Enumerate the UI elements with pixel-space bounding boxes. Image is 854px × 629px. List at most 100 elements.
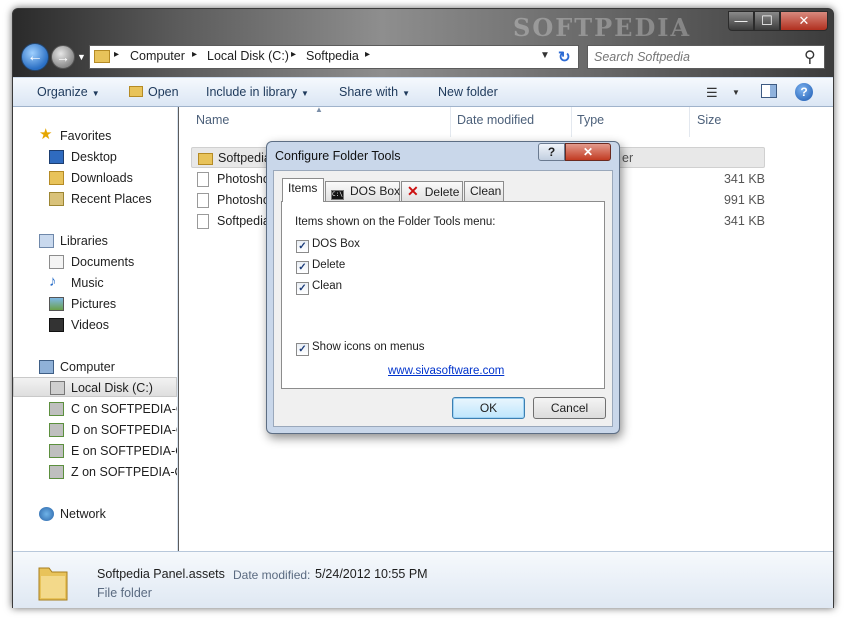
views-icon[interactable]: ☰: [706, 85, 718, 101]
chevron-down-icon: ▼: [402, 89, 410, 98]
file-icon: [197, 172, 209, 187]
dialog-close-button[interactable]: ✕: [565, 143, 611, 161]
file-type: er: [622, 151, 634, 165]
recent-places-icon: [49, 192, 64, 206]
nav-recent-places[interactable]: Recent Places: [13, 189, 177, 209]
maximize-button[interactable]: ☐: [754, 11, 780, 31]
recent-pages-dropdown[interactable]: ▼: [77, 52, 86, 62]
column-divider[interactable]: [571, 107, 572, 137]
title-bar[interactable]: SOFTPEDIA — ☐ ✕: [13, 9, 833, 43]
cancel-button[interactable]: Cancel: [533, 397, 606, 419]
items-tab-panel: Items shown on the Folder Tools menu: ✓ D…: [281, 201, 605, 389]
column-header-type[interactable]: Type: [577, 113, 604, 127]
minimize-button[interactable]: —: [728, 11, 754, 31]
delete-checkbox[interactable]: ✓: [296, 261, 309, 274]
tab-dos-box[interactable]: C:\ DOS Box: [325, 181, 400, 201]
nav-videos[interactable]: Videos: [13, 315, 177, 335]
back-button[interactable]: ←: [21, 43, 49, 71]
show-icons-checkbox[interactable]: ✓: [296, 343, 309, 356]
clean-checkbox[interactable]: ✓: [296, 282, 309, 295]
downloads-icon: [49, 171, 64, 185]
nav-network[interactable]: Network: [13, 504, 177, 524]
column-divider[interactable]: [689, 107, 690, 137]
column-header-name[interactable]: Name: [196, 113, 229, 127]
nav-network-drive-c[interactable]: C on SOFTPEDIA-OL: [13, 399, 177, 419]
new-folder-button[interactable]: New folder: [438, 85, 498, 99]
column-header-size[interactable]: Size: [697, 113, 721, 127]
nav-music[interactable]: ♪ Music: [13, 273, 177, 293]
search-input[interactable]: [594, 50, 794, 64]
nav-label: E on SOFTPEDIA-OL: [71, 444, 177, 458]
dos-box-option[interactable]: ✓ DOS Box: [296, 238, 360, 253]
website-link[interactable]: www.sivasoftware.com: [388, 365, 504, 377]
include-in-library-button[interactable]: Include in library ▼: [206, 85, 309, 99]
close-button[interactable]: ✕: [780, 11, 828, 31]
navigation-pane: ★ Favorites Desktop Downloads Recent Pla…: [13, 107, 178, 551]
music-icon: ♪: [49, 273, 57, 290]
breadcrumb-local-disk[interactable]: Local Disk (C:): [207, 49, 289, 63]
details-pane: Softpedia Panel.assets Date modified: 5/…: [13, 551, 833, 608]
nav-network-drive-d[interactable]: D on SOFTPEDIA-OL: [13, 420, 177, 440]
nav-label: Desktop: [71, 150, 117, 164]
search-box[interactable]: ⚲: [587, 45, 825, 69]
views-dropdown-icon[interactable]: ▼: [732, 88, 740, 97]
include-label: Include in library: [206, 85, 298, 99]
refresh-icon[interactable]: ↻: [558, 48, 576, 66]
option-label: DOS Box: [312, 238, 360, 250]
breadcrumb-separator[interactable]: ▸: [365, 49, 370, 60]
share-with-button[interactable]: Share with ▼: [339, 85, 410, 99]
nav-desktop[interactable]: Desktop: [13, 147, 177, 167]
ok-button[interactable]: OK: [452, 397, 525, 419]
nav-label: Local Disk (C:): [71, 381, 153, 395]
breadcrumb-separator[interactable]: ▸: [192, 49, 197, 60]
nav-local-disk[interactable]: Local Disk (C:): [13, 377, 177, 397]
documents-icon: [49, 255, 64, 269]
nav-documents[interactable]: Documents: [13, 252, 177, 272]
nav-network-drive-z[interactable]: Z on SOFTPEDIA-OL: [13, 462, 177, 482]
tab-label: Delete: [424, 185, 460, 199]
nav-pictures[interactable]: Pictures: [13, 294, 177, 314]
nav-libraries[interactable]: Libraries: [13, 231, 177, 251]
nav-network-drive-e[interactable]: E on SOFTPEDIA-OL: [13, 441, 177, 461]
clean-option[interactable]: ✓ Clean: [296, 280, 342, 295]
file-name: Softpedia: [218, 151, 271, 165]
open-label: Open: [148, 85, 179, 99]
network-icon: [39, 507, 54, 521]
file-size: 341 KB: [723, 214, 765, 228]
option-label: Delete: [312, 259, 346, 271]
nav-favorites[interactable]: ★ Favorites: [13, 126, 177, 146]
column-header-date[interactable]: Date modified: [457, 113, 534, 127]
organize-button[interactable]: Organize ▼: [37, 85, 100, 99]
help-icon[interactable]: ?: [795, 83, 813, 101]
dialog-help-button[interactable]: ?: [538, 143, 565, 161]
breadcrumb-softpedia[interactable]: Softpedia: [306, 49, 359, 63]
address-dropdown-icon[interactable]: ▼: [540, 50, 550, 61]
forward-button[interactable]: →: [51, 45, 75, 69]
nav-computer[interactable]: Computer: [13, 357, 177, 377]
open-button[interactable]: Open: [129, 85, 179, 99]
date-modified-label: Date modified:: [233, 568, 311, 582]
tab-delete[interactable]: ✕ Delete: [401, 181, 463, 201]
tab-clean[interactable]: Clean: [464, 181, 504, 201]
breadcrumb-computer[interactable]: Computer: [130, 49, 185, 63]
dos-box-checkbox[interactable]: ✓: [296, 240, 309, 253]
search-icon[interactable]: ⚲: [804, 47, 816, 67]
configure-folder-tools-dialog: Configure Folder Tools ? ✕ Items C:\ DOS …: [266, 141, 620, 434]
nav-label: Network: [60, 507, 106, 521]
drive-icon: [50, 381, 65, 395]
file-name: Photosho: [217, 172, 270, 186]
share-label: Share with: [339, 85, 399, 99]
delete-option[interactable]: ✓ Delete: [296, 259, 345, 274]
breadcrumb-separator[interactable]: ▸: [114, 49, 119, 60]
chevron-down-icon: ▼: [301, 89, 309, 98]
show-icons-option[interactable]: ✓ Show icons on menus: [296, 341, 425, 356]
address-bar[interactable]: ▸ Computer ▸ Local Disk (C:) ▸ Softpedia…: [89, 45, 579, 69]
column-divider[interactable]: [450, 107, 451, 137]
nav-downloads[interactable]: Downloads: [13, 168, 177, 188]
network-drive-icon: [49, 465, 64, 479]
file-size: 991 KB: [723, 193, 765, 207]
libraries-icon: [39, 234, 54, 248]
preview-pane-icon[interactable]: [761, 84, 777, 98]
breadcrumb-separator[interactable]: ▸: [291, 49, 296, 60]
tab-items[interactable]: Items: [282, 178, 324, 202]
